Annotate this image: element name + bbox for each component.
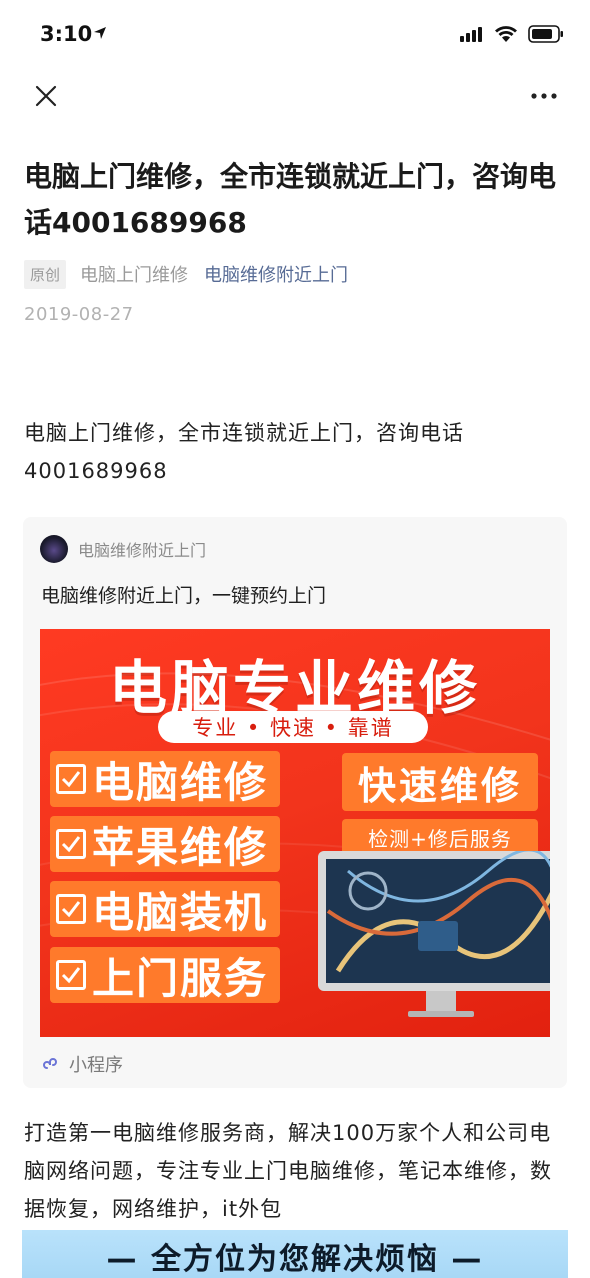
cellular-signal-icon [460,27,482,42]
checkbox-icon [56,960,86,990]
section-banner: — 全方位为您解决烦恼 — [22,1230,568,1278]
mini-program-label: 小程序 [69,1055,123,1076]
more-button[interactable] [526,78,562,114]
card-footer: 小程序 [41,1051,123,1077]
close-icon [35,85,57,107]
mini-program-icon [43,1058,57,1069]
publish-date: 2019-08-27 [24,304,134,325]
checklist-label: 电脑装机 [92,887,269,937]
nav-bar [0,70,590,120]
card-account-name: 电脑维修附近上门 [78,541,207,560]
checkbox-icon [56,829,86,859]
battery-icon [528,25,563,43]
original-tag: 原创 [24,259,67,289]
fast-repair-subtitle: 检测+修后服务 [342,819,538,855]
checklist-label: 上门服务 [92,953,269,1003]
checkbox-icon [56,894,86,924]
promo-poster: 电脑专业维修 专业 • 快速 • 靠谱 电脑维修 苹果维修 电脑装机 上门服务 [40,629,550,1037]
body-paragraph: 打造第一电脑维修服务商，解决100万家个人和公司电脑网络问题，专注专业上门电脑维… [24,1121,552,1221]
location-arrow-icon [94,27,106,39]
checklist-label: 苹果维修 [92,822,269,872]
checkbox-icon [56,764,86,794]
status-bar: 3:10 [0,0,590,70]
fast-repair-title: 快速维修 [342,753,538,811]
checklist-item: 电脑装机 [50,881,281,937]
banner-text: — 全方位为您解决烦恼 — [106,1242,484,1277]
card-description: 电脑维修附近上门，一键预约上门 [41,585,327,607]
more-icon [531,93,557,99]
mini-program-card[interactable]: 电脑维修附近上门 电脑维修附近上门，一键预约上门 电脑专业维修 专业 • 快速 … [23,517,567,1088]
account-link[interactable]: 电脑维修附近上门 [204,261,348,287]
status-time: 3:10 [40,22,93,46]
monitor-illustration [318,851,550,1017]
card-header: 电脑维修附近上门 [40,535,206,563]
lead-paragraph: 电脑上门维修，全市连锁就近上门，咨询电话4001689968 [24,421,464,483]
poster-tagline: 专业 • 快速 • 靠谱 [158,711,428,743]
checklist-item: 上门服务 [50,947,281,1003]
wifi-icon [495,26,517,42]
avatar [40,535,68,563]
close-button[interactable] [28,78,64,114]
article-title: 电脑上门维修，全市连锁就近上门，咨询电话4001689968 [24,160,557,239]
author-name: 电脑上门维修 [80,265,189,286]
checklist-label: 电脑维修 [92,757,269,807]
status-icons [460,24,564,44]
checklist-item: 苹果维修 [50,816,281,872]
checklist-item: 电脑维修 [50,751,281,807]
article-meta: 原创 电脑上门维修 电脑维修附近上门 [24,258,348,290]
